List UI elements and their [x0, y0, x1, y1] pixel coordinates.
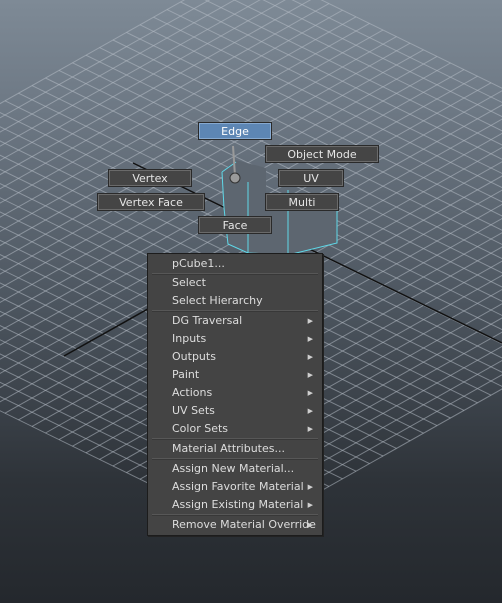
menu-item-assign-existing-material[interactable]: Assign Existing Material ▶: [148, 496, 322, 514]
menu-item-label: Select Hierarchy: [172, 294, 263, 307]
menu-item-label: Inputs: [172, 332, 207, 345]
menu-item-actions[interactable]: Actions ▶: [148, 384, 322, 402]
menu-item-label: Assign Existing Material: [172, 498, 304, 511]
menu-item-label: Actions: [172, 386, 213, 399]
menu-item-uv-sets[interactable]: UV Sets ▶: [148, 402, 322, 420]
menu-separator: [152, 514, 318, 516]
menu-item-material-attributes[interactable]: Material Attributes...: [148, 440, 322, 458]
submenu-arrow-icon: ▶: [307, 335, 313, 343]
menu-item-paint[interactable]: Paint ▶: [148, 366, 322, 384]
menu-separator: [152, 458, 318, 460]
menu-item-remove-material-override[interactable]: Remove Material Override ▶: [148, 516, 322, 534]
submenu-arrow-icon: ▶: [307, 521, 313, 529]
marking-item-vertex-face[interactable]: Vertex Face: [97, 193, 205, 211]
marking-item-object-mode[interactable]: Object Mode: [265, 145, 379, 163]
menu-item-label: Color Sets: [172, 422, 229, 435]
menu-item-label: Material Attributes...: [172, 442, 285, 455]
menu-separator: [152, 310, 318, 312]
menu-item-label: Assign Favorite Material: [172, 480, 304, 493]
menu-item-label: UV Sets: [172, 404, 215, 417]
menu-item-color-sets[interactable]: Color Sets ▶: [148, 420, 322, 438]
submenu-arrow-icon: ▶: [307, 353, 313, 361]
menu-item-label: Paint: [172, 368, 200, 381]
menu-header-pcube1[interactable]: pCube1...: [148, 255, 322, 273]
marking-menu-center-dot: [229, 172, 241, 184]
submenu-arrow-icon: ▶: [307, 317, 313, 325]
menu-item-outputs[interactable]: Outputs ▶: [148, 348, 322, 366]
submenu-arrow-icon: ▶: [307, 407, 313, 415]
menu-separator: [152, 438, 318, 440]
menu-item-label: Remove Material Override: [172, 518, 316, 531]
marking-item-edge[interactable]: Edge: [198, 122, 272, 140]
marking-item-vertex[interactable]: Vertex: [108, 169, 192, 187]
menu-item-assign-favorite-material[interactable]: Assign Favorite Material ▶: [148, 478, 322, 496]
menu-item-select[interactable]: Select: [148, 274, 322, 292]
menu-item-label: Outputs: [172, 350, 216, 363]
marking-item-multi[interactable]: Multi: [265, 193, 339, 211]
marking-item-face[interactable]: Face: [198, 216, 272, 234]
marking-item-uv[interactable]: UV: [278, 169, 344, 187]
menu-item-select-hierarchy[interactable]: Select Hierarchy: [148, 292, 322, 310]
object-context-menu: pCube1... Select Select Hierarchy DG Trave…: [147, 253, 323, 536]
menu-item-label: DG Traversal: [172, 314, 243, 327]
menu-item-label: Select: [172, 276, 206, 289]
menu-item-inputs[interactable]: Inputs ▶: [148, 330, 322, 348]
submenu-arrow-icon: ▶: [307, 389, 313, 397]
menu-item-label: Assign New Material...: [172, 462, 295, 475]
menu-item-assign-new-material[interactable]: Assign New Material...: [148, 460, 322, 478]
menu-item-dg-traversal[interactable]: DG Traversal ▶: [148, 312, 322, 330]
submenu-arrow-icon: ▶: [307, 371, 313, 379]
submenu-arrow-icon: ▶: [307, 425, 313, 433]
submenu-arrow-icon: ▶: [307, 483, 313, 491]
submenu-arrow-icon: ▶: [307, 501, 313, 509]
